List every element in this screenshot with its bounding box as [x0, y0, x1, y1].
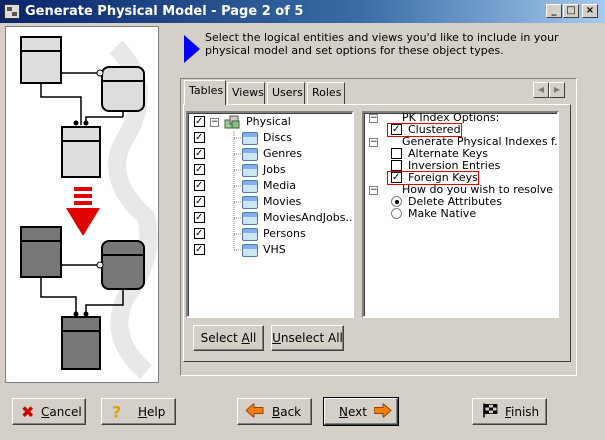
table-icon — [242, 148, 258, 161]
select-all-button[interactable]: Select All — [193, 325, 264, 351]
back-button[interactable]: Back — [237, 398, 312, 425]
tree-item-genres[interactable]: Genres — [188, 146, 352, 162]
collapse-icon[interactable]: − — [369, 138, 378, 147]
tree-item-label: MoviesAndJobs... — [263, 211, 354, 224]
window-title: Generate Physical Model - Page 2 of 5 — [25, 4, 304, 19]
genres-checkbox[interactable] — [194, 146, 205, 162]
table-icon — [242, 164, 258, 177]
make-native-label: Make Native — [408, 207, 477, 220]
checkered-flag-icon — [482, 402, 498, 421]
tab-scroll-left-button[interactable]: ◀ — [533, 82, 549, 98]
tree-item-media[interactable]: Media — [188, 178, 352, 194]
select-all-label: Select All — [200, 331, 257, 345]
unselect-all-label: Unselect All — [272, 331, 343, 345]
tree-item-label: Genres — [263, 147, 303, 160]
next-button[interactable]: Next — [323, 397, 399, 426]
app-icon — [4, 4, 20, 19]
back-label: Back — [272, 404, 302, 419]
table-icon — [242, 212, 258, 225]
tree-item-label: Persons — [263, 227, 306, 240]
title-bar: Generate Physical Model - Page 2 of 5 _ … — [0, 0, 605, 23]
pointer-arrow-icon — [184, 35, 200, 63]
finish-button[interactable]: Finish — [472, 398, 547, 425]
maximize-button[interactable]: □ — [563, 4, 579, 18]
tree-item-movies[interactable]: Movies — [188, 194, 352, 210]
persons-checkbox[interactable] — [194, 226, 205, 242]
tab-views[interactable]: Views — [227, 82, 265, 104]
cancel-x-icon: ✖ — [21, 402, 35, 421]
discs-checkbox[interactable] — [194, 130, 205, 146]
table-icon — [242, 244, 258, 257]
cancel-button[interactable]: ✖ Cancel — [12, 398, 86, 425]
cancel-label: Cancel — [41, 404, 82, 419]
help-button[interactable]: ? Help — [101, 398, 176, 425]
jobs-checkbox[interactable] — [194, 162, 205, 178]
tree-item-discs[interactable]: Discs — [188, 130, 352, 146]
tab-roles[interactable]: Roles — [307, 82, 345, 104]
tree-item-label: Movies — [263, 195, 302, 208]
tree-root-label: Physical — [246, 115, 291, 128]
tab-tables[interactable]: Tables — [184, 80, 226, 105]
movies-checkbox[interactable] — [194, 194, 205, 210]
tab-scroll-right-button[interactable]: ▶ — [549, 82, 565, 98]
help-label: Help — [138, 404, 166, 419]
tree-item-label: Discs — [263, 131, 293, 144]
close-button[interactable]: × — [582, 4, 598, 18]
back-arrow-icon — [245, 401, 264, 420]
options-tree[interactable]: − PK Index Options: Clustered − Generate… — [362, 111, 559, 318]
table-icon — [242, 196, 258, 209]
moviesandjobs-checkbox[interactable] — [194, 210, 205, 226]
minimize-button[interactable]: _ — [546, 4, 562, 18]
tree-root-physical[interactable]: − Physical — [188, 114, 352, 130]
unselect-all-button[interactable]: Unselect All — [271, 325, 344, 351]
make-native-radio[interactable] — [391, 208, 402, 219]
help-question-icon: ? — [112, 402, 122, 421]
collapse-icon[interactable]: − — [210, 118, 219, 127]
table-icon — [242, 180, 258, 193]
media-checkbox[interactable] — [194, 178, 205, 194]
alternate-keys-checkbox[interactable] — [391, 148, 402, 159]
instruction-text: Select the logical entities and views yo… — [205, 31, 559, 57]
table-icon — [242, 228, 258, 241]
tree-item-label: VHS — [263, 243, 286, 256]
tree-item-jobs[interactable]: Jobs — [188, 162, 352, 178]
entity-tree[interactable]: − Physical Discs Genres Jobs Media Movie… — [186, 111, 354, 318]
next-arrow-icon — [373, 401, 392, 420]
tree-item-persons[interactable]: Persons — [188, 226, 352, 242]
finish-label: Finish — [505, 404, 540, 419]
physical-checkbox[interactable] — [194, 114, 205, 130]
next-label: Next — [339, 404, 367, 419]
tree-item-label: Media — [263, 179, 297, 192]
tree-item-vhs[interactable]: VHS — [188, 242, 352, 258]
database-icon — [224, 115, 240, 129]
vhs-checkbox[interactable] — [194, 242, 205, 258]
tree-item-label: Jobs — [263, 163, 286, 176]
tree-item-moviesandjobs[interactable]: MoviesAndJobs... — [188, 210, 354, 226]
table-icon — [242, 132, 258, 145]
delete-attributes-radio[interactable] — [391, 196, 402, 207]
collapse-icon[interactable]: − — [369, 186, 378, 195]
tab-users[interactable]: Users — [267, 82, 305, 104]
wizard-illustration — [5, 26, 159, 383]
